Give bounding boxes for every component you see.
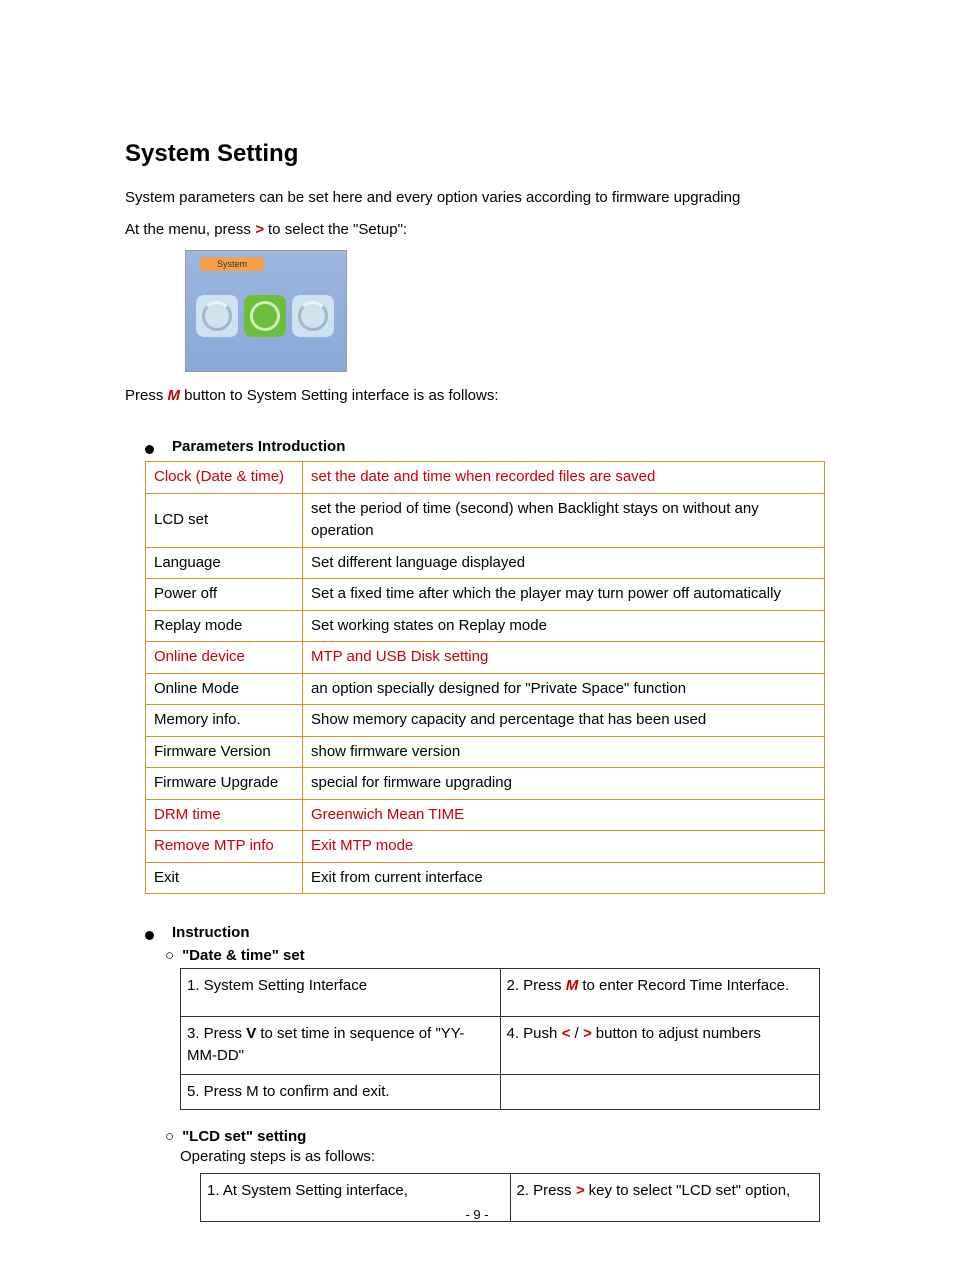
param-name-cell: Exit bbox=[146, 862, 303, 894]
table-row: Online Modean option specially designed … bbox=[146, 673, 825, 705]
date-time-steps-table: 1. System Setting Interface 2. Press M t… bbox=[180, 968, 820, 1110]
param-name-cell: DRM time bbox=[146, 799, 303, 831]
screenshot-tab-label: System bbox=[200, 257, 264, 271]
param-desc-cell: set the period of time (second) when Bac… bbox=[303, 493, 825, 547]
table-row: Firmware Versionshow firmware version bbox=[146, 736, 825, 768]
document-page: System Setting System parameters can be … bbox=[0, 0, 954, 1262]
param-desc-cell: Set working states on Replay mode bbox=[303, 610, 825, 642]
section-header-instruction: Instruction bbox=[145, 924, 834, 941]
table-row: LanguageSet different language displayed bbox=[146, 547, 825, 579]
text: 1. System Setting Interface bbox=[187, 977, 367, 994]
greater-than-icon: > bbox=[255, 221, 264, 238]
table-row: Firmware Upgradespecial for firmware upg… bbox=[146, 768, 825, 800]
table-row: ExitExit from current interface bbox=[146, 862, 825, 894]
step-cell bbox=[500, 1074, 820, 1110]
param-desc-cell: Set a fixed time after which the player … bbox=[303, 579, 825, 611]
sub-heading-text: "LCD set" setting bbox=[182, 1128, 306, 1145]
page-title: System Setting bbox=[125, 140, 834, 168]
intro-line-3: Press M button to System Setting interfa… bbox=[125, 384, 834, 408]
less-than-icon: < bbox=[562, 1025, 571, 1042]
step-cell: 3. Press V to set time in sequence of "Y… bbox=[181, 1016, 501, 1074]
text: 5. Press M to confirm and exit. bbox=[187, 1083, 390, 1100]
intro-line-1: System parameters can be set here and ev… bbox=[125, 186, 834, 210]
param-name-cell: Online device bbox=[146, 642, 303, 674]
bullet-icon bbox=[145, 445, 154, 454]
table-row: Power offSet a fixed time after which th… bbox=[146, 579, 825, 611]
param-name-cell: LCD set bbox=[146, 493, 303, 547]
param-name-cell: Language bbox=[146, 547, 303, 579]
table-row: Clock (Date & time)set the date and time… bbox=[146, 462, 825, 494]
step-cell: 4. Push < / > button to adjust numbers bbox=[500, 1016, 820, 1074]
text: key to select "LCD set" option, bbox=[584, 1182, 790, 1199]
text: 3. Press bbox=[187, 1025, 246, 1042]
lcd-intro-text: Operating steps is as follows: bbox=[180, 1145, 834, 1169]
table-row: Online deviceMTP and USB Disk setting bbox=[146, 642, 825, 674]
screenshot-icon bbox=[292, 295, 334, 337]
screenshot-icon-selected bbox=[244, 295, 286, 337]
text: 2. Press bbox=[507, 977, 566, 994]
text: 2. Press bbox=[517, 1182, 576, 1199]
step-cell: 2. Press M to enter Record Time Interfac… bbox=[500, 969, 820, 1017]
circle-bullet-icon: ○ bbox=[165, 947, 174, 964]
sub-heading-date-time: ○ "Date & time" set bbox=[165, 947, 834, 964]
param-desc-cell: Exit MTP mode bbox=[303, 831, 825, 863]
text: 1. At System Setting interface, bbox=[207, 1182, 408, 1199]
table-row: Remove MTP infoExit MTP mode bbox=[146, 831, 825, 863]
screenshot-icon bbox=[196, 295, 238, 337]
m-button-label: M bbox=[168, 387, 181, 404]
param-name-cell: Online Mode bbox=[146, 673, 303, 705]
param-desc-cell: Exit from current interface bbox=[303, 862, 825, 894]
table-row: DRM timeGreenwich Mean TIME bbox=[146, 799, 825, 831]
param-desc-cell: show firmware version bbox=[303, 736, 825, 768]
sub-heading-lcd-set: ○ "LCD set" setting bbox=[165, 1128, 834, 1145]
param-desc-cell: Set different language displayed bbox=[303, 547, 825, 579]
m-button-label: M bbox=[566, 977, 579, 994]
text: At the menu, press bbox=[125, 221, 255, 238]
param-name-cell: Replay mode bbox=[146, 610, 303, 642]
param-name-cell: Memory info. bbox=[146, 705, 303, 737]
table-row: Replay modeSet working states on Replay … bbox=[146, 610, 825, 642]
text: 4. Push bbox=[507, 1025, 562, 1042]
param-name-cell: Remove MTP info bbox=[146, 831, 303, 863]
v-button-label: V bbox=[246, 1025, 256, 1042]
page-number: - 9 - bbox=[0, 1207, 954, 1222]
section-heading: Parameters Introduction bbox=[172, 438, 345, 455]
table-row: Memory info.Show memory capacity and per… bbox=[146, 705, 825, 737]
sub-heading-text: "Date & time" set bbox=[182, 947, 305, 964]
bullet-icon bbox=[145, 931, 154, 940]
param-desc-cell: Greenwich Mean TIME bbox=[303, 799, 825, 831]
param-name-cell: Power off bbox=[146, 579, 303, 611]
param-name-cell: Firmware Version bbox=[146, 736, 303, 768]
param-desc-cell: Show memory capacity and percentage that… bbox=[303, 705, 825, 737]
param-desc-cell: MTP and USB Disk setting bbox=[303, 642, 825, 674]
text: to enter Record Time Interface. bbox=[578, 977, 789, 994]
text: button to System Setting interface is as… bbox=[180, 387, 499, 404]
step-cell: 1. System Setting Interface bbox=[181, 969, 501, 1017]
circle-bullet-icon: ○ bbox=[165, 1128, 174, 1145]
table-row: LCD setset the period of time (second) w… bbox=[146, 493, 825, 547]
step-cell: 5. Press M to confirm and exit. bbox=[181, 1074, 501, 1110]
text: button to adjust numbers bbox=[592, 1025, 761, 1042]
text: to select the "Setup": bbox=[264, 221, 407, 238]
param-desc-cell: an option specially designed for "Privat… bbox=[303, 673, 825, 705]
text: Press bbox=[125, 387, 168, 404]
param-desc-cell: special for firmware upgrading bbox=[303, 768, 825, 800]
intro-line-2: At the menu, press > to select the "Setu… bbox=[125, 218, 834, 242]
parameters-table: Clock (Date & time)set the date and time… bbox=[145, 461, 825, 894]
section-heading: Instruction bbox=[172, 924, 250, 941]
param-desc-cell: set the date and time when recorded file… bbox=[303, 462, 825, 494]
text: / bbox=[570, 1025, 583, 1042]
device-screenshot: System bbox=[185, 250, 347, 372]
section-header-parameters: Parameters Introduction bbox=[145, 438, 834, 455]
param-name-cell: Firmware Upgrade bbox=[146, 768, 303, 800]
param-name-cell: Clock (Date & time) bbox=[146, 462, 303, 494]
greater-than-icon: > bbox=[583, 1025, 592, 1042]
